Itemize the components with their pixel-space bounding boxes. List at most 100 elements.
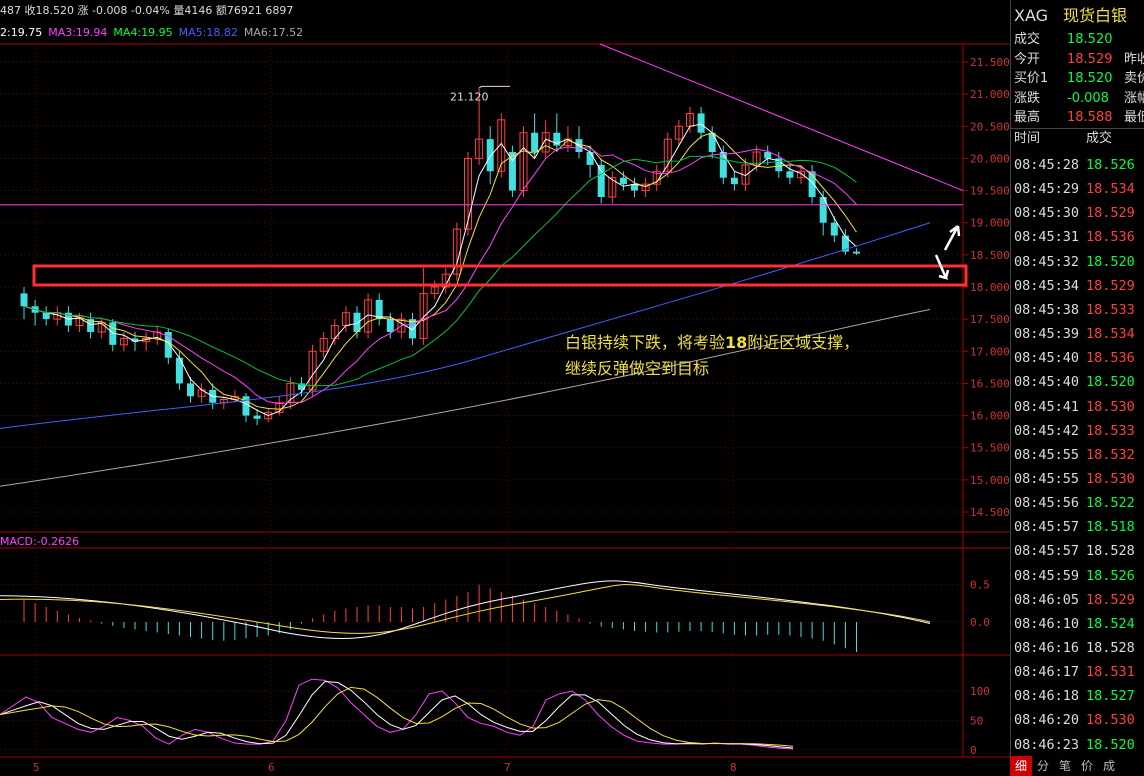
price-tick-label: 15.000 xyxy=(970,474,1010,487)
price-tick-label: 20.000 xyxy=(970,152,1010,165)
tick-time: 08:45:55 xyxy=(1014,446,1080,463)
field-value: -0.008 xyxy=(1067,90,1109,106)
tick-price: 18.534 xyxy=(1086,181,1135,198)
field-label: 买价1 xyxy=(1014,71,1049,86)
price-tick-label: 15.500 xyxy=(970,442,1010,455)
price-tick-label: 18.500 xyxy=(970,249,1010,262)
chart-canvas[interactable]: 21.500 21.000 20.500 20.000 19.500 19.000 18.5… xyxy=(0,0,1010,776)
tick-price: 18.536 xyxy=(1086,350,1135,367)
candle-down xyxy=(531,132,539,152)
candle-down xyxy=(597,164,605,197)
tick-time: 08:46:16 xyxy=(1014,640,1080,656)
field-label: 成交 xyxy=(1014,32,1041,47)
tick-price: 18.522 xyxy=(1086,495,1135,512)
tick-time: 08:45:42 xyxy=(1014,422,1080,439)
tick-row: 08:45:55 18.530 xyxy=(1011,467,1144,491)
macd-label: MACD:-0.2626 xyxy=(0,535,79,548)
peak-marker xyxy=(478,85,510,89)
candle-down xyxy=(586,152,594,165)
tick-price: 18.520 xyxy=(1086,374,1135,391)
tick-time: 08:45:55 xyxy=(1014,470,1080,487)
tick-time: 08:45:38 xyxy=(1014,301,1080,318)
detail-tab[interactable]: 笔 xyxy=(1054,756,1076,776)
field-extra: 涨幅 xyxy=(1124,90,1144,106)
ma-legend: 2:19.75 MA3:19.94 MA4:19.95 MA5:18.82 MA6:17… xyxy=(0,24,1010,42)
tick-time: 08:45:57 xyxy=(1014,519,1080,536)
ma-legend-item: 2:19.75 xyxy=(0,26,43,39)
symbol-header: XAG 现货白银 xyxy=(1011,6,1144,28)
detail-tab[interactable]: 价 xyxy=(1076,756,1098,776)
tick-price: 18.530 xyxy=(1086,712,1135,729)
peak-label: 21.120 xyxy=(450,90,489,103)
field-extra: 最低 xyxy=(1124,110,1144,125)
tick-row: 08:45:39 18.534 xyxy=(1011,322,1144,346)
candle-down xyxy=(242,396,250,416)
tick-price: 18.524 xyxy=(1086,615,1135,632)
price-tick-label: 18.000 xyxy=(970,281,1010,294)
date-tick-label: 8 xyxy=(730,761,737,774)
candle-down xyxy=(853,251,860,254)
tick-header-time: 时间 xyxy=(1014,131,1041,146)
tick-row: 08:45:40 18.536 xyxy=(1011,346,1144,370)
candle-down xyxy=(619,177,627,185)
candle-down xyxy=(730,177,738,185)
price-tick-label: 17.500 xyxy=(970,313,1010,326)
field-value: 18.588 xyxy=(1067,110,1113,125)
price-tick-label: 21.000 xyxy=(970,88,1010,101)
tick-time: 08:45:31 xyxy=(1014,229,1080,246)
candle-down xyxy=(719,152,727,178)
tick-time: 08:45:56 xyxy=(1014,495,1080,512)
quote-panel: XAG 现货白银 成交 18.520 今开 18.529 昨收 买价1 18.520 卖价 涨跌 -0… xyxy=(1010,0,1144,776)
tick-row: 08:45:41 18.530 xyxy=(1011,395,1144,419)
kdj-tick-label: 100 xyxy=(970,685,990,698)
macd-tick-label: 0.0 xyxy=(970,616,990,629)
date-tick-label: 5 xyxy=(33,761,40,774)
tick-price: 18.532 xyxy=(1086,446,1135,463)
tick-price: 18.518 xyxy=(1086,519,1135,536)
tick-row: 08:45:56 18.522 xyxy=(1011,491,1144,515)
macd-tick-label: 0.5 xyxy=(970,579,990,592)
detail-tab[interactable]: 分 xyxy=(1032,756,1054,776)
tick-price: 18.533 xyxy=(1086,422,1135,439)
annotation-text-c: 附近区域支撑， xyxy=(747,333,860,352)
ma-legend-item: MA3:19.94 xyxy=(48,26,108,39)
tick-price: 18.520 xyxy=(1086,736,1135,753)
tick-row: 08:45:32 18.520 xyxy=(1011,250,1144,274)
kdj-tick-label: 50 xyxy=(970,715,983,728)
candle-down xyxy=(830,222,838,236)
tick-row: 08:45:28 18.526 xyxy=(1011,153,1144,177)
tick-row: 08:45:38 18.533 xyxy=(1011,298,1144,322)
tick-time: 08:45:39 xyxy=(1014,326,1080,343)
quote-field: 涨跌 -0.008 涨幅 xyxy=(1011,89,1144,108)
tick-row: 08:46:18 18.527 xyxy=(1011,684,1144,708)
tick-row: 08:45:31 18.536 xyxy=(1011,225,1144,249)
annotation-highlight: 18 xyxy=(725,333,748,352)
tick-time: 08:46:23 xyxy=(1014,736,1080,753)
price-tick-label: 20.500 xyxy=(970,120,1010,133)
date-tick-label: 6 xyxy=(268,761,275,774)
tick-time: 08:46:17 xyxy=(1014,664,1080,681)
tick-time: 08:46:20 xyxy=(1014,712,1080,729)
kdj-d-line xyxy=(0,686,794,747)
tick-price: 18.520 xyxy=(1086,253,1135,270)
detail-tab[interactable]: 细 xyxy=(1010,756,1032,776)
tick-price: 18.534 xyxy=(1086,326,1135,343)
tick-row: 08:46:17 18.531 xyxy=(1011,660,1144,684)
tick-time: 08:45:59 xyxy=(1014,567,1080,584)
field-extra: 昨收 xyxy=(1124,51,1144,67)
support-zone-box xyxy=(32,264,968,287)
field-label: 涨跌 xyxy=(1014,90,1041,106)
detail-tab[interactable]: 成 xyxy=(1098,756,1120,776)
quote-field: 最高 18.588 最低 xyxy=(1011,108,1144,127)
tick-row: 08:46:10 18.524 xyxy=(1011,612,1144,636)
tick-time: 08:45:32 xyxy=(1014,253,1080,270)
tick-row: 08:45:57 18.518 xyxy=(1011,515,1144,539)
annotation-text-a: 白银持续下跌，将考验 xyxy=(565,333,726,352)
tick-time: 08:45:34 xyxy=(1014,277,1080,294)
tick-header: 时间 成交 xyxy=(1011,128,1144,148)
tick-row: 08:46:23 18.520 xyxy=(1011,733,1144,757)
tick-row: 08:46:20 18.530 xyxy=(1011,708,1144,732)
quote-field: 今开 18.529 昨收 xyxy=(1011,50,1144,69)
tick-time: 08:45:40 xyxy=(1014,374,1080,391)
tick-time: 08:45:28 xyxy=(1014,157,1080,173)
